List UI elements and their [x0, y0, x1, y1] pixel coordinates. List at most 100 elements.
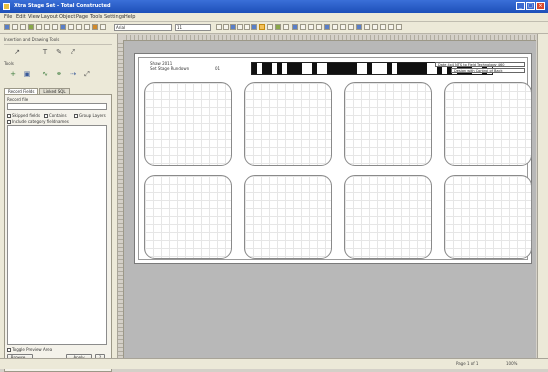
cut-icon[interactable]: [36, 24, 42, 30]
window-title: Xtra Stage Set - Total Constructed: [14, 3, 111, 9]
new-icon[interactable]: [4, 24, 10, 30]
link-tool-icon[interactable]: ∿: [40, 69, 50, 79]
pen-tool-icon[interactable]: ✎: [54, 47, 64, 57]
barcode-segment: [372, 63, 387, 74]
highlight-icon[interactable]: [259, 24, 265, 30]
menu-object[interactable]: Object: [59, 14, 75, 20]
underline-icon[interactable]: [230, 24, 236, 30]
barcode-segment: [262, 63, 272, 74]
label-card[interactable]: [244, 82, 332, 166]
menu-tools[interactable]: Tools: [90, 14, 102, 20]
italic-icon[interactable]: [223, 24, 229, 30]
field-listbox[interactable]: [7, 125, 107, 345]
label-card[interactable]: [344, 175, 432, 259]
checkbox-contains-box[interactable]: [44, 114, 48, 118]
menu-view[interactable]: View: [28, 14, 40, 20]
menu-file[interactable]: File: [4, 14, 12, 20]
checkbox-group-layers-box[interactable]: [74, 114, 78, 118]
pointer-icon[interactable]: ↗: [12, 47, 22, 57]
label-page[interactable]: Shaw 2011 Set Stage Rundown 01 Date 4x4 …: [134, 53, 532, 264]
header-value: 01: [215, 66, 221, 71]
record-file-input[interactable]: [7, 103, 107, 110]
zoom-icon[interactable]: [76, 24, 82, 30]
checkbox-include-category[interactable]: Include category fieldnames: [7, 119, 69, 124]
group-icon[interactable]: [348, 24, 354, 30]
divider: [4, 44, 112, 45]
checkbox-group-layers-label: Group Layers: [79, 113, 106, 118]
measure-tool-icon[interactable]: ⤢: [82, 69, 92, 79]
image-icon[interactable]: [324, 24, 330, 30]
copy-icon[interactable]: [44, 24, 50, 30]
preview-icon[interactable]: [388, 24, 394, 30]
checkbox-contains-label: Contains: [49, 113, 67, 118]
menu-edit[interactable]: Edit: [16, 14, 26, 20]
checkbox-include-category-box[interactable]: [7, 120, 11, 124]
layout-tool-icon[interactable]: ▣: [22, 69, 32, 79]
checkbox-toggle-preview-label: Toggle Preview Area: [12, 347, 53, 352]
ungroup-icon[interactable]: [356, 24, 362, 30]
menu-page[interactable]: Page: [76, 14, 88, 20]
font-name-select[interactable]: Arial: [114, 24, 172, 31]
label-card[interactable]: [444, 175, 532, 259]
label-card[interactable]: [144, 175, 232, 259]
undo-icon[interactable]: [60, 24, 66, 30]
redo-icon[interactable]: [68, 24, 74, 30]
checkbox-toggle-preview-box[interactable]: [7, 348, 11, 352]
close-button[interactable]: ×: [536, 2, 545, 10]
fill-color-icon[interactable]: [275, 24, 281, 30]
group-tool-icon[interactable]: ⚭: [54, 69, 64, 79]
menu-settings[interactable]: Settings: [104, 14, 125, 20]
align-center-icon[interactable]: [244, 24, 250, 30]
paste-icon[interactable]: [52, 24, 58, 30]
bold-icon[interactable]: [216, 24, 222, 30]
menu-help[interactable]: Help: [124, 14, 135, 20]
title-bar: Xtra Stage Set - Total Constructed _ □ ×: [0, 0, 548, 13]
connect-tool-icon[interactable]: ⇢: [68, 69, 78, 79]
text-color-icon[interactable]: [267, 24, 273, 30]
checkbox-group-layers[interactable]: Group Layers: [74, 113, 106, 118]
align-icon[interactable]: [100, 24, 106, 30]
label-card[interactable]: [144, 82, 232, 166]
menu-layout[interactable]: Layout: [41, 14, 58, 20]
send-back-icon[interactable]: [372, 24, 378, 30]
table-icon[interactable]: [340, 24, 346, 30]
maximize-button[interactable]: □: [526, 2, 535, 10]
print-icon[interactable]: [28, 24, 34, 30]
checkbox-contains[interactable]: Contains: [44, 113, 67, 118]
rect-icon[interactable]: [308, 24, 314, 30]
header-line-2: Set Stage Rundown: [150, 66, 190, 71]
font-size-select[interactable]: 11: [175, 24, 211, 31]
main-toolbar: Arial 11: [0, 22, 548, 34]
checkbox-skipped-box[interactable]: [7, 114, 11, 118]
minimize-button[interactable]: _: [516, 2, 525, 10]
label-card[interactable]: [244, 175, 332, 259]
barcode-segment: [397, 63, 427, 74]
checkbox-skipped[interactable]: Skipped fields: [7, 113, 40, 118]
bring-front-icon[interactable]: [364, 24, 370, 30]
grid-icon[interactable]: [84, 24, 90, 30]
layers-icon[interactable]: [92, 24, 98, 30]
label-card[interactable]: [444, 82, 532, 166]
line-color-icon[interactable]: [283, 24, 289, 30]
open-icon[interactable]: [12, 24, 18, 30]
shape-icon[interactable]: [292, 24, 298, 30]
ellipse-icon[interactable]: [316, 24, 322, 30]
option-box-2[interactable]: Design with Control of Back: [451, 68, 525, 73]
text-tool-icon[interactable]: T: [40, 47, 50, 57]
status-zoom: 100%: [506, 361, 518, 366]
help-icon[interactable]: [396, 24, 402, 30]
line-icon[interactable]: [300, 24, 306, 30]
lock-icon[interactable]: [380, 24, 386, 30]
align-left-icon[interactable]: [237, 24, 243, 30]
align-right-icon[interactable]: [251, 24, 257, 30]
barcode-icon[interactable]: [332, 24, 338, 30]
save-icon[interactable]: [20, 24, 26, 30]
menu-bar: File Edit View Layout Object Page Tools …: [0, 13, 548, 22]
label-card[interactable]: [344, 82, 432, 166]
brush-tool-icon[interactable]: ⤤: [68, 47, 78, 57]
checkbox-toggle-preview[interactable]: Toggle Preview Area: [7, 347, 52, 352]
option-box-1[interactable]: Date 4x4 NTS to Field Technology 460: [435, 62, 525, 67]
vertical-scrollbar[interactable]: [537, 34, 548, 358]
checkbox-include-category-label: Include category fieldnames: [12, 119, 69, 124]
add-tool-icon[interactable]: +: [8, 69, 18, 79]
